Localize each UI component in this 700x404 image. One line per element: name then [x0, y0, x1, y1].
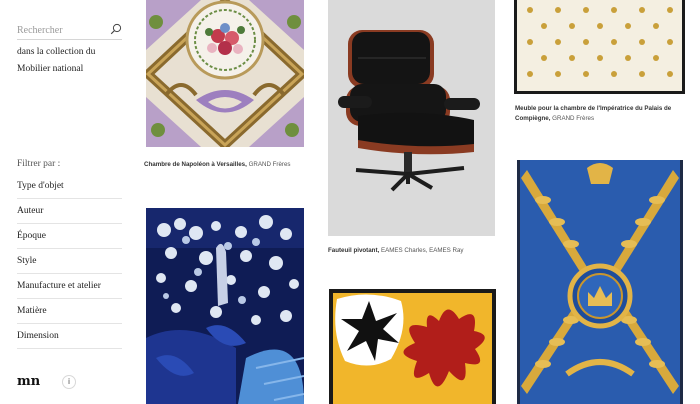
artwork-author[interactable]: GRAND Frères [552, 115, 594, 122]
artwork-title[interactable]: Chambre de Napoléon à Versailles, [144, 161, 247, 168]
crown-tapestry-image [517, 160, 683, 404]
cutout-print-image [329, 289, 496, 404]
artwork-card-napoleon[interactable]: Chambre de Napoléon à Versailles, GRAND … [144, 0, 304, 175]
info-button[interactable]: i [62, 375, 76, 389]
svg-text:mn: mn [17, 374, 41, 389]
filter-dimension[interactable]: Dimension [17, 324, 122, 349]
artwork-author[interactable]: EAMES Charles, EAMES Ray [381, 247, 464, 254]
artwork-image[interactable] [517, 160, 683, 404]
filter-title: Filtrer par : [17, 159, 61, 169]
filter-style[interactable]: Style [17, 249, 122, 274]
artwork-caption[interactable]: Meuble pour la chambre de l'Impératrice … [515, 104, 683, 124]
search-input[interactable] [17, 22, 107, 38]
search-icon[interactable] [110, 23, 122, 35]
textile-pattern-image [146, 0, 304, 147]
artwork-image[interactable] [328, 0, 495, 236]
artwork-card-eames-chair[interactable]: Fauteuil pivotant, EAMES Charles, EAMES … [328, 0, 496, 262]
lounge-chair-image [328, 0, 495, 236]
artwork-caption[interactable]: Chambre de Napoléon à Versailles, GRAND … [144, 160, 304, 170]
filter-matiere[interactable]: Matière [17, 299, 122, 324]
artwork-card-night-garden[interactable] [146, 208, 306, 404]
night-garden-image [146, 208, 304, 404]
sidebar: dans la collection du Mobilier national … [0, 0, 135, 404]
collection-scope-text: dans la collection du Mobilier national [17, 47, 96, 74]
artwork-title[interactable]: Fauteuil pivotant, [328, 247, 379, 254]
bees-pattern-image [514, 0, 685, 94]
mobilier-national-logo[interactable]: mn [17, 373, 45, 389]
artwork-caption[interactable]: Fauteuil pivotant, EAMES Charles, EAMES … [328, 246, 496, 256]
artwork-author[interactable]: GRAND Frères [249, 161, 291, 168]
artwork-image[interactable] [514, 0, 685, 94]
filter-epoque[interactable]: Époque [17, 224, 122, 249]
artwork-card-crown-tapestry[interactable] [517, 160, 685, 404]
filter-list: Type d'objet Auteur Époque Style Manufac… [17, 174, 122, 349]
artwork-card-bees-fabric[interactable]: Meuble pour la chambre de l'Impératrice … [514, 0, 686, 130]
artwork-image[interactable] [146, 208, 304, 404]
filter-manufacture[interactable]: Manufacture et atelier [17, 274, 122, 299]
filter-auteur[interactable]: Auteur [17, 199, 122, 224]
filter-type-objet[interactable]: Type d'objet [17, 174, 122, 199]
search-bar [17, 20, 122, 40]
artwork-image[interactable] [146, 0, 304, 147]
artwork-card-yellow-print[interactable] [329, 289, 497, 404]
artwork-image[interactable] [329, 289, 496, 404]
